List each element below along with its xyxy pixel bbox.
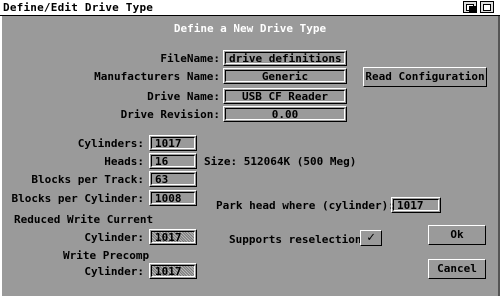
manufacturer-label: Manufacturers Name: xyxy=(94,70,220,83)
cancel-button[interactable]: Cancel xyxy=(428,259,486,279)
filename-value: drive definitions xyxy=(225,52,345,64)
drive-revision-field[interactable]: 0.00 xyxy=(223,106,347,122)
supports-reselection-label: Supports reselection xyxy=(229,233,362,246)
heads-label: Heads: xyxy=(104,155,144,168)
blocks-per-track-value: 63 xyxy=(151,173,195,185)
reduced-write-field: 1017 xyxy=(149,229,197,245)
park-head-value: 1017 xyxy=(393,199,439,211)
write-precomp-label: Write Precomp xyxy=(63,249,150,262)
park-head-field[interactable]: 1017 xyxy=(391,197,441,213)
drive-name-field[interactable]: USB CF Reader xyxy=(223,88,347,104)
reduced-write-value: 1017 xyxy=(151,231,195,243)
blocks-per-track-label: Blocks per Track: xyxy=(31,173,144,186)
cylinders-field[interactable]: 1017 xyxy=(149,135,197,151)
size-text: Size: 512064K (500 Meg) xyxy=(204,155,357,168)
blocks-per-track-field[interactable]: 63 xyxy=(149,171,197,187)
checkmark-icon: ✓ xyxy=(367,230,375,245)
park-head-label: Park head where (cylinder): xyxy=(216,199,395,212)
heads-field[interactable]: 16 xyxy=(149,153,197,169)
ok-button[interactable]: Ok xyxy=(428,225,486,245)
window-titlebar[interactable]: Define/Edit Drive Type xyxy=(0,0,500,16)
reduced-write-label: Reduced Write Current xyxy=(14,213,154,226)
write-precomp-field: 1017 xyxy=(149,263,197,279)
reduced-write-cylinder-label: Cylinder: xyxy=(84,231,144,244)
blocks-per-cylinder-field[interactable]: 1008 xyxy=(149,190,197,206)
filename-field[interactable]: drive definitions xyxy=(223,50,347,66)
zoom-gadget-icon[interactable] xyxy=(480,1,494,13)
manufacturer-value: Generic xyxy=(225,70,345,82)
cylinders-value: 1017 xyxy=(151,137,195,149)
write-precomp-cylinder-label: Cylinder: xyxy=(84,265,144,278)
heads-value: 16 xyxy=(151,155,195,167)
drive-revision-value: 0.00 xyxy=(225,108,345,120)
cylinders-label: Cylinders: xyxy=(77,137,144,150)
manufacturer-field[interactable]: Generic xyxy=(223,68,347,84)
window-title: Define/Edit Drive Type xyxy=(3,1,154,14)
blocks-per-cylinder-label: Blocks per Cylinder: xyxy=(11,192,144,205)
filename-label: FileName: xyxy=(160,52,220,65)
read-configuration-button[interactable]: Read Configuration xyxy=(363,67,487,87)
write-precomp-value: 1017 xyxy=(151,265,195,277)
drive-revision-label: Drive Revision: xyxy=(120,108,220,121)
blocks-per-cylinder-value: 1008 xyxy=(151,192,195,204)
drive-name-label: Drive Name: xyxy=(147,90,220,103)
dialog-heading: Define a New Drive Type xyxy=(173,22,327,35)
depth-gadget-icon[interactable] xyxy=(463,1,477,13)
drive-name-value: USB CF Reader xyxy=(225,90,345,102)
supports-reselection-checkbox[interactable]: ✓ xyxy=(360,230,382,246)
